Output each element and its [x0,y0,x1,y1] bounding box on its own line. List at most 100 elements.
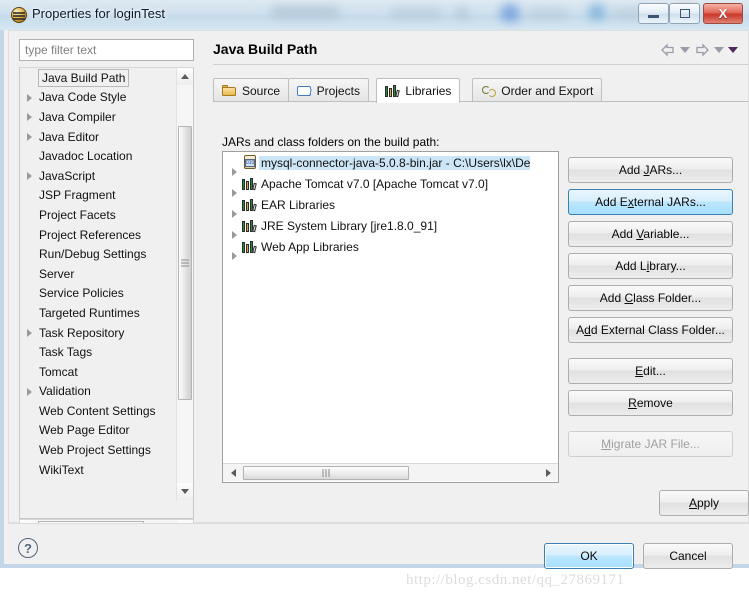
migrate-jar-file-button: Migrate JAR File... [568,431,733,457]
expand-arrow-icon[interactable] [24,131,36,143]
sidebar-item-server[interactable]: Server [20,264,178,284]
add-jars-button[interactable]: Add JARs... [568,157,733,183]
filter-input[interactable]: type filter text [19,39,194,61]
expand-arrow-icon[interactable] [24,91,36,103]
sidebar-item-task-repository[interactable]: Task Repository [20,323,178,343]
window-titlebar[interactable]: Properties for loginTest X [0,0,749,30]
tree-scrollbar-thumb[interactable] [178,126,192,400]
libraries-horizontal-scrollbar[interactable] [223,463,558,481]
apply-mnemonic: A [688,496,697,510]
expand-arrow-icon[interactable] [24,385,36,397]
settings-tree[interactable]: Java Build Path Java Code Style Java Compi… [19,67,194,519]
sidebar-item-label: Web Page Editor [39,423,130,438]
library-row-label: Apache Tomcat v7.0 [Apache Tomcat v7.0] [261,176,489,191]
sidebar-item-label: Task Tags [39,345,93,360]
tree-vertical-scrollbar[interactable] [176,68,193,500]
add-external-jars-button[interactable]: Add External JARs... [568,189,733,215]
ok-button[interactable]: OK [544,543,634,569]
sidebar-item-java-build-path[interactable]: Java Build Path [20,68,178,88]
library-row[interactable]: JRE System Library [jre1.8.0_91] [223,215,558,239]
libraries-hscrollbar-thumb[interactable] [243,466,409,480]
chevron-down-icon[interactable] [728,47,738,53]
sidebar-item-web-project-settings[interactable]: Web Project Settings [20,440,178,460]
back-dropdown-icon[interactable] [680,47,690,53]
books-icon [242,218,259,233]
expand-arrow-icon[interactable] [24,111,36,123]
sidebar-item-service-policies[interactable]: Service Policies [20,284,178,304]
glass-blur-artifact [500,4,520,22]
chevron-left-icon [230,468,236,477]
ok-label: OK [580,549,598,563]
apply-button[interactable]: Apply [659,490,749,516]
scroll-left-button[interactable] [225,465,241,480]
sidebar-item-run-debug-settings[interactable]: Run/Debug Settings [20,244,178,264]
libraries-rows[interactable]: mysql-connector-java-5.0.8-bin.jar - C:\… [223,152,558,260]
tab-libraries[interactable]: Libraries [376,78,461,103]
back-arrow-icon[interactable] [660,43,676,57]
library-row[interactable]: Web App Libraries [223,236,558,260]
add-class-folder-button[interactable]: Add Class Folder... [568,285,733,311]
sidebar-item-jsp-fragment[interactable]: JSP Fragment [20,186,178,206]
chevron-up-icon [181,74,189,79]
glass-blur-artifact [390,8,442,18]
tab-order-and-export[interactable]: Order and Export [472,78,603,102]
add-external-class-folder-button[interactable]: Add External Class Folder... [568,317,733,343]
tab-underline [213,101,748,102]
filter-placeholder: type filter text [25,43,97,57]
sidebar-item-wikitext[interactable]: WikiText [20,460,178,480]
scroll-up-button[interactable] [177,68,193,85]
action-button-label: Add Library... [615,259,686,273]
maximize-button[interactable] [669,3,700,24]
page-navigation[interactable] [660,43,738,57]
sidebar-item-label: JSP Fragment [39,188,116,203]
sidebar-item-label: Targeted Runtimes [39,305,140,320]
sidebar-item-label: Task Repository [39,325,125,340]
sidebar-item-javascript[interactable]: JavaScript [20,166,178,186]
library-row[interactable]: Apache Tomcat v7.0 [Apache Tomcat v7.0] [223,173,558,197]
sidebar-item-targeted-runtimes[interactable]: Targeted Runtimes [20,303,178,323]
sidebar-item-project-facets[interactable]: Project Facets [20,205,178,225]
library-row[interactable]: EAR Libraries [223,194,558,218]
library-row-label: mysql-connector-java-5.0.8-bin.jar - C:\… [259,155,531,170]
help-icon[interactable]: ? [18,538,38,558]
minimize-button[interactable] [638,3,669,24]
settings-tree-list[interactable]: Java Build Path Java Code Style Java Compi… [20,68,178,500]
cancel-button[interactable]: Cancel [643,543,733,569]
sidebar-item-java-compiler[interactable]: Java Compiler [20,107,178,127]
sidebar-item-java-code-style[interactable]: Java Code Style [20,88,178,108]
forward-arrow-icon[interactable] [694,43,710,57]
libraries-listbox[interactable]: mysql-connector-java-5.0.8-bin.jar - C:\… [222,151,559,483]
sidebar-item-tomcat[interactable]: Tomcat [20,362,178,382]
sidebar-item-label: Project References [39,227,142,242]
forward-dropdown-icon[interactable] [714,47,724,53]
sidebar-item-validation[interactable]: Validation [20,382,178,402]
remove-button[interactable]: Remove [568,390,733,416]
sidebar-item-label: WikiText [39,462,84,477]
close-button[interactable]: X [703,3,743,24]
expand-arrow-icon[interactable] [24,327,36,339]
add-library-button[interactable]: Add Library... [568,253,733,279]
edit-button[interactable]: Edit... [568,358,733,384]
expand-arrow-icon[interactable] [24,170,36,182]
library-row[interactable]: mysql-connector-java-5.0.8-bin.jar - C:\… [223,152,558,176]
scroll-right-button[interactable] [540,465,556,480]
sidebar-item-project-references[interactable]: Project References [20,225,178,245]
sidebar-item-javadoc-location[interactable]: Javadoc Location [20,146,178,166]
tab-projects[interactable]: Projects [287,78,369,102]
glass-blur-artifact [528,9,568,18]
sidebar-item-task-tags[interactable]: Task Tags [20,342,178,362]
scroll-down-button[interactable] [177,483,193,500]
sidebar-item-web-page-editor[interactable]: Web Page Editor [20,421,178,441]
tab-source[interactable]: Source [213,78,290,102]
add-variable-button[interactable]: Add Variable... [568,221,733,247]
sidebar-item-web-content-settings[interactable]: Web Content Settings [20,401,178,421]
jar-icon [242,155,259,170]
sidebar-item-java-editor[interactable]: Java Editor [20,127,178,147]
sidebar-item-label: Java Editor [39,129,100,144]
window-title: Properties for loginTest [32,6,165,21]
